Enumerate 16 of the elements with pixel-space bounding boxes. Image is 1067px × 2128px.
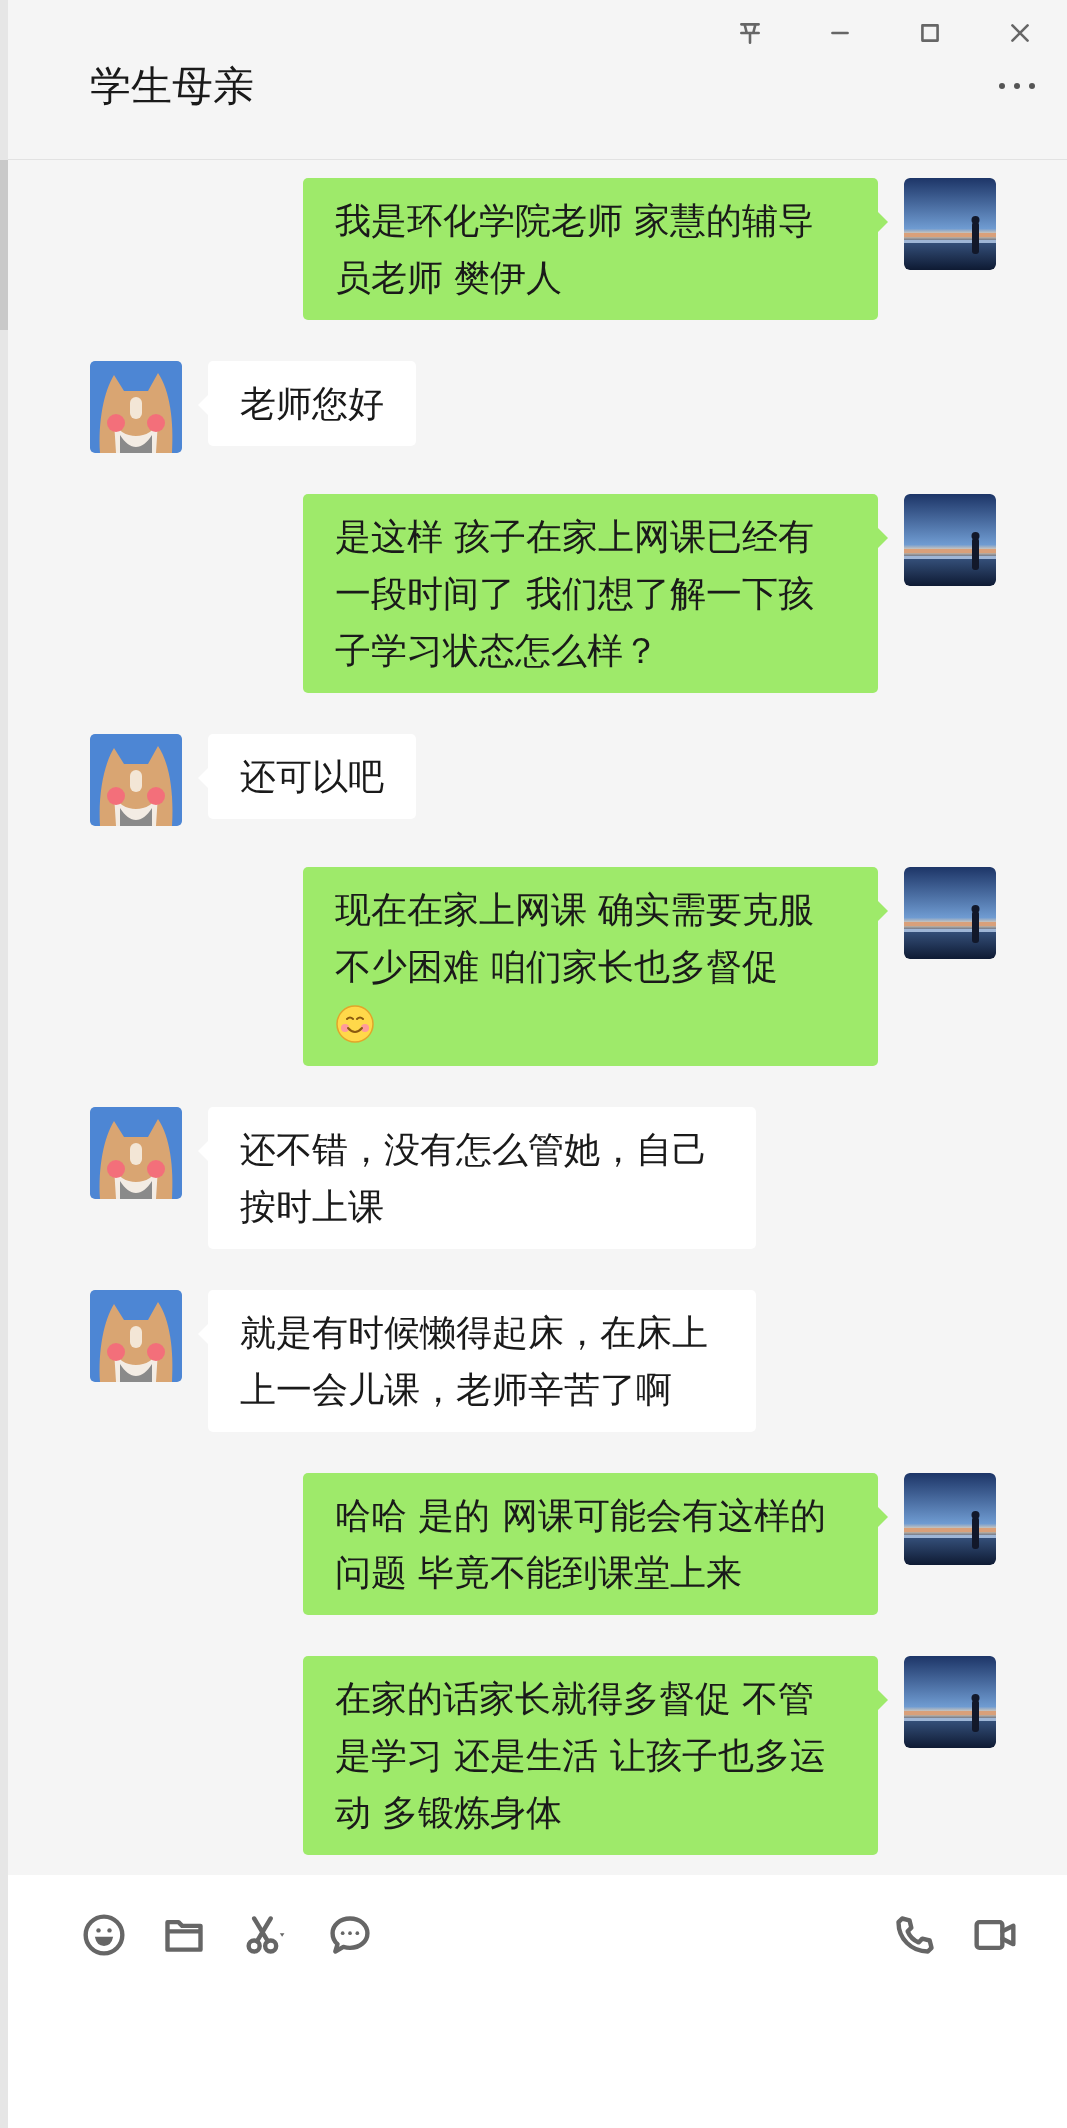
message-text: 哈哈 是的 网课可能会有这样的问题 毕竟不能到课堂上来 — [335, 1494, 827, 1595]
more-icon[interactable] — [997, 81, 1037, 91]
message-text: 现在在家上网课 确实需要克服不少困难 咱们家长也多督促 — [335, 888, 816, 989]
message-text: 就是有时候懒得起床，在床上上一会儿课，老师辛苦了啊 — [240, 1311, 709, 1412]
message-text: 老师您好 — [240, 382, 384, 426]
emoji-icon[interactable] — [82, 1913, 126, 1957]
phone-icon[interactable] — [893, 1913, 937, 1957]
message-text: 还可以吧 — [240, 755, 384, 799]
message-text: 在家的话家长就得多督促 不管是学习 还是生活 让孩子也多运动 多锻炼身体 — [335, 1677, 827, 1835]
message-text: 还不错，没有怎么管她，自己按时上课 — [240, 1128, 709, 1229]
scrollbar-thumb[interactable] — [0, 160, 8, 330]
message-text: 是这样 孩子在家上网课已经有一段时间了 我们想了解一下孩子学习状态怎么样？ — [335, 515, 816, 673]
message-text: 我是环化学院老师 家慧的辅导员老师 樊伊人 — [335, 199, 816, 300]
chat-title: 学生母亲 — [90, 61, 254, 112]
speech-bubble-icon[interactable] — [328, 1913, 372, 1957]
pin-icon[interactable] — [737, 20, 763, 46]
